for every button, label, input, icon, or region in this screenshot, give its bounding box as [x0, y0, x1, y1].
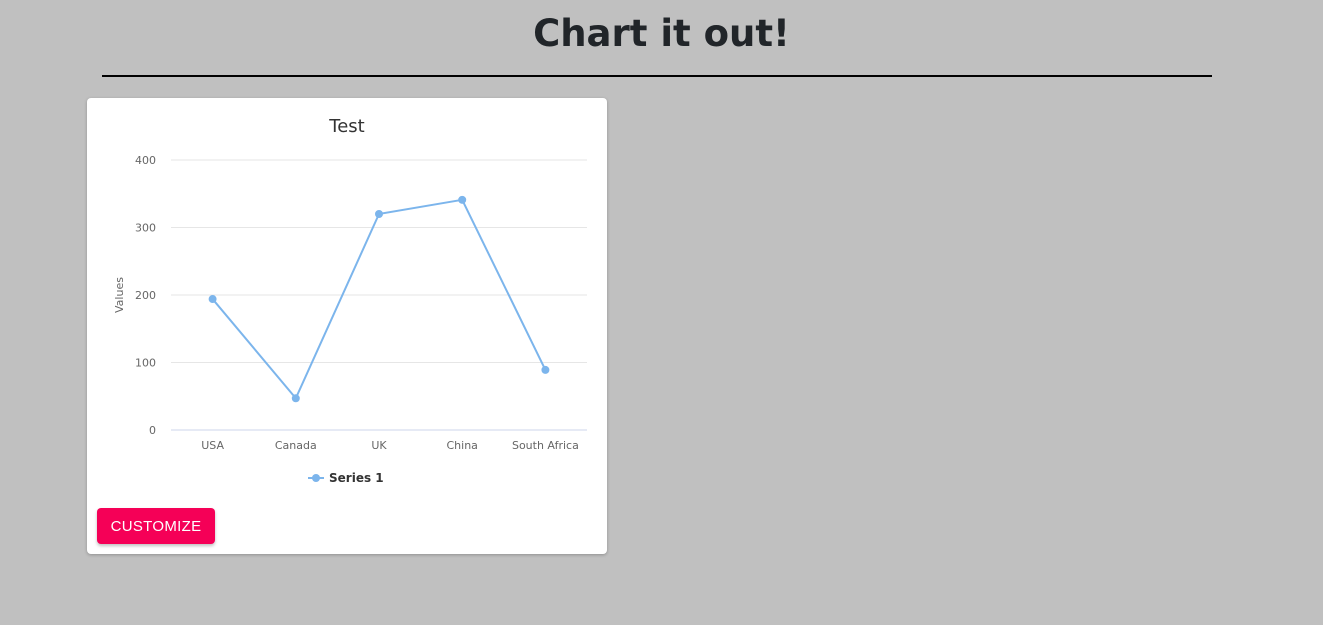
grid-lines: [171, 159, 587, 431]
chart-title: Test: [328, 116, 364, 137]
page-title: Chart it out!: [533, 12, 790, 55]
x-tick-label: South Africa: [512, 439, 579, 452]
legend[interactable]: Series 1: [308, 471, 384, 485]
chart-card: Test Values 0 100 200 300 400 USA Canada UK Chi…: [87, 98, 607, 554]
data-point[interactable]: [458, 195, 467, 204]
y-tick-label: 200: [135, 289, 156, 302]
data-point[interactable]: [375, 210, 383, 218]
legend-marker: [312, 474, 320, 482]
data-point[interactable]: [291, 394, 300, 403]
y-tick-label: 400: [135, 154, 156, 167]
customize-button[interactable]: CUSTOMIZE: [97, 508, 215, 544]
x-axis-ticks: USA Canada UK China South Africa: [201, 439, 579, 452]
title-divider: [102, 75, 1212, 77]
y-axis-label: Values: [113, 277, 126, 313]
x-tick-label: Canada: [275, 439, 317, 452]
y-axis-ticks: 0 100 200 300 400: [135, 154, 156, 437]
series-layer: [208, 195, 550, 403]
data-point[interactable]: [208, 295, 217, 304]
x-tick-label: China: [446, 439, 477, 452]
line-chart: Test Values 0 100 200 300 400 USA Canada UK Chi…: [113, 116, 587, 485]
y-tick-label: 100: [135, 357, 156, 370]
x-tick-label: USA: [201, 439, 224, 452]
x-tick-label: UK: [371, 439, 387, 452]
legend-label[interactable]: Series 1: [329, 471, 384, 485]
series-line: [211, 198, 547, 400]
y-tick-label: 0: [149, 424, 156, 437]
data-point[interactable]: [541, 365, 550, 374]
y-tick-label: 300: [135, 222, 156, 235]
